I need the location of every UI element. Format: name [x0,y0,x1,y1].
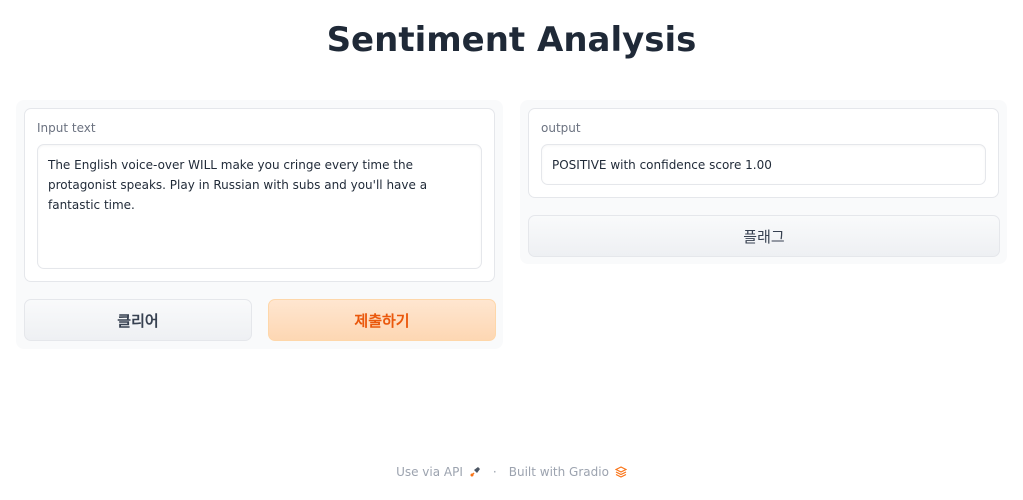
gradio-logo-icon [614,466,628,478]
footer-separator: · [492,465,497,479]
flag-button[interactable]: 플래그 [528,215,1000,257]
input-label: Input text [37,121,96,135]
submit-button[interactable]: 제출하기 [268,299,496,341]
clear-button[interactable]: 클리어 [24,299,252,341]
output-label: output [541,121,581,135]
api-link[interactable]: Use via API [396,465,463,479]
gradio-link[interactable]: Built with Gradio [509,465,609,479]
input-textbox-block: Input text The English voice-over WILL m… [24,108,495,282]
input-textarea[interactable]: The English voice-over WILL make you cri… [37,144,482,269]
rocket-icon [469,466,481,478]
page-title: Sentiment Analysis [326,20,697,60]
footer: Use via API · Built with Gradio [0,465,1023,479]
output-textarea[interactable]: POSITIVE with confidence score 1.00 [541,144,986,185]
output-textbox-block: output POSITIVE with confidence score 1.… [528,108,999,198]
page: Sentiment Analysis Input text The Englis… [0,0,1023,500]
